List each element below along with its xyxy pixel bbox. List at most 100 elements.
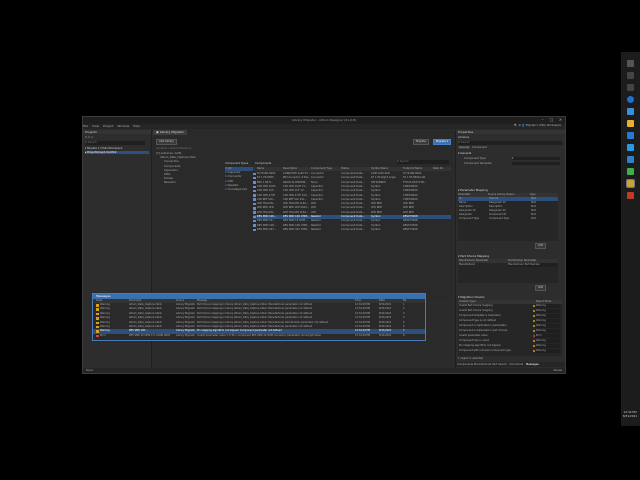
message-col[interactable]: Class [96, 299, 102, 302]
check-row[interactable]: Component template is duplicated Warning [458, 314, 562, 318]
component-template-select[interactable] [512, 161, 560, 165]
table-cell: Component Data... [341, 227, 365, 231]
start-icon[interactable] [627, 60, 634, 67]
menu-project[interactable]: Project [103, 124, 113, 128]
check-row[interactable]: Invalid parameter value Error [458, 334, 562, 338]
messages-panel: Messages Class Document Source Message Time D… [92, 293, 426, 341]
general-section-header[interactable]: ▾ General [456, 151, 471, 155]
check-violation: Component with unknown component type [459, 349, 511, 352]
message-col[interactable]: Date [379, 299, 385, 302]
parameter-mapping-header[interactable]: ▾ Parameter Mapping [456, 188, 488, 192]
bottom-tab[interactable]: Manufacturer Part Search [474, 363, 507, 366]
project-group-item[interactable]: ▸ ProjectGroup1.DsnWrk [85, 151, 149, 154]
check-row[interactable]: Component has no name Warning [458, 339, 562, 343]
pdf-icon[interactable] [627, 192, 634, 199]
workspace-item[interactable]: ▾ Migrate 1 (VSK) Workspace [85, 147, 122, 150]
menu-view[interactable]: View [92, 124, 99, 128]
taskbar [621, 52, 640, 426]
menu-file[interactable]: File [83, 124, 88, 128]
workspace-indicator[interactable]: 🔍 ⚙ 👤 Migrate 1 (VSK) Workspace [514, 124, 561, 127]
message-cell: Invalid parameter value 1.77M in compone… [197, 333, 321, 337]
properties-search-input[interactable]: Q Search [458, 141, 562, 145]
check-report-mode[interactable]: Warning [536, 314, 560, 318]
search-icon[interactable] [627, 72, 634, 79]
store-icon[interactable] [627, 132, 634, 139]
check-report-mode[interactable]: Warning [536, 319, 560, 323]
panels-button[interactable]: Panels [554, 369, 562, 372]
mail-icon[interactable] [627, 144, 634, 151]
tree-item[interactable]: Resistors [156, 181, 222, 185]
menu-help[interactable]: Help [133, 124, 140, 128]
task-view-icon[interactable] [627, 84, 634, 91]
check-row[interactable]: Component type is not defined Warning [458, 319, 562, 323]
status-text: Done [86, 369, 93, 372]
check-report-mode[interactable]: Warning [536, 324, 560, 328]
component-icon [253, 181, 256, 184]
bottom-tab[interactable]: Comments [509, 363, 523, 366]
check-row[interactable]: Invalid Part Choice mapping Warning [458, 309, 562, 313]
tab-library-migrator[interactable]: ▣ Library Migrator [153, 130, 187, 135]
tab-component[interactable]: Component [472, 146, 487, 149]
check-row[interactable]: Component is duplicated in parameters War… [458, 324, 562, 328]
part-choice-header[interactable]: ▾ Part Choice Mapping [456, 254, 489, 258]
table-cell: Resistor [311, 227, 321, 231]
check-report-mode[interactable]: Warning [536, 309, 560, 313]
projects-search-input[interactable]: Q Search [85, 141, 145, 145]
param-row[interactable]: Component Type Component Type Text [458, 217, 558, 221]
message-col[interactable]: No. [403, 299, 407, 302]
component-type-select[interactable]: 1 [512, 156, 560, 160]
column-header[interactable]: Footprint Name [403, 167, 422, 171]
component-type-item[interactable]: ☑ Uncategorized [225, 188, 253, 192]
column-header[interactable]: Symbol Name [371, 167, 388, 171]
check-row[interactable]: Component is duplicated in part choices W… [458, 329, 562, 333]
components-search-input[interactable]: Q Search [397, 160, 449, 164]
projects-toolbar-icons[interactable]: ⊞ ⊟ ⚙ [85, 136, 93, 139]
message-col[interactable]: Time [355, 299, 361, 302]
check-report-mode[interactable]: Warning [536, 344, 560, 348]
outlook-icon[interactable] [627, 156, 634, 163]
projects-panel-title: Projects [83, 130, 151, 134]
altium-icon[interactable] [626, 179, 635, 188]
table-row[interactable]: RES SMD 4K7... RES SMD 4K7 OHM... Resistor… [253, 228, 451, 232]
message-col[interactable]: Message [197, 299, 207, 302]
migrate-button[interactable]: Migrate [413, 139, 429, 145]
column-header[interactable]: Description [283, 167, 297, 171]
add-part-choice-button[interactable]: Add [535, 285, 547, 291]
close-icon[interactable]: × [556, 117, 565, 124]
windows-icon[interactable] [627, 108, 634, 115]
edge-icon[interactable] [627, 96, 634, 103]
bottom-tab[interactable]: Messages [526, 363, 539, 366]
check-row[interactable]: Component with unknown component type War… [458, 349, 562, 353]
migrate-dropdown-button[interactable]: Migrate ▾ [433, 139, 451, 145]
message-col[interactable]: Source [176, 299, 184, 302]
component-icon [253, 215, 256, 219]
check-report-mode[interactable]: Warning [536, 339, 560, 343]
menu-window[interactable]: Window [117, 124, 129, 128]
check-row[interactable]: Invalid Part Choice mapping Warning [458, 304, 562, 308]
selection-status: 1 object is selected [458, 357, 484, 360]
migration-checks-header[interactable]: ▾ Migration Checks [456, 295, 484, 299]
tab-general[interactable]: General [458, 146, 471, 149]
bottom-tab[interactable]: Components [457, 363, 473, 366]
minimize-icon[interactable]: – [538, 117, 547, 124]
check-report-mode[interactable]: Warning [536, 349, 560, 353]
check-report-mode[interactable]: Warning [536, 329, 560, 333]
component-types-list: ☑ All ☑ Capacitor ☑ Connector ☑ LED ☑ Resist… [225, 167, 253, 192]
param-cell: Component Type [459, 217, 480, 220]
message-col[interactable]: Document [129, 299, 141, 302]
check-row[interactable]: Pin mapping algorithm not aligned Warning [458, 344, 562, 348]
check-report-mode[interactable]: Error [536, 334, 560, 338]
column-header[interactable]: Component Type [311, 167, 332, 171]
app-icon[interactable] [627, 168, 634, 175]
maximize-icon[interactable]: □ [547, 117, 556, 124]
taskbar-clock[interactable]: 12:34 PM 8/31/2021 [620, 410, 640, 418]
column-header[interactable]: Name [257, 167, 264, 171]
message-row[interactable]: Error RES SMD 1K OHM 1% 1/10W 0603 Library… [93, 334, 425, 338]
add-library-button[interactable]: Add Library [156, 139, 177, 145]
column-header[interactable]: Status [341, 167, 349, 171]
add-parameter-button[interactable]: Add [535, 243, 547, 249]
check-report-mode[interactable]: Warning [536, 304, 560, 308]
column-header[interactable]: Data Sh. [433, 167, 444, 171]
check-violation: Component is duplicated in parameters [459, 324, 507, 327]
file-explorer-icon[interactable] [627, 120, 634, 127]
